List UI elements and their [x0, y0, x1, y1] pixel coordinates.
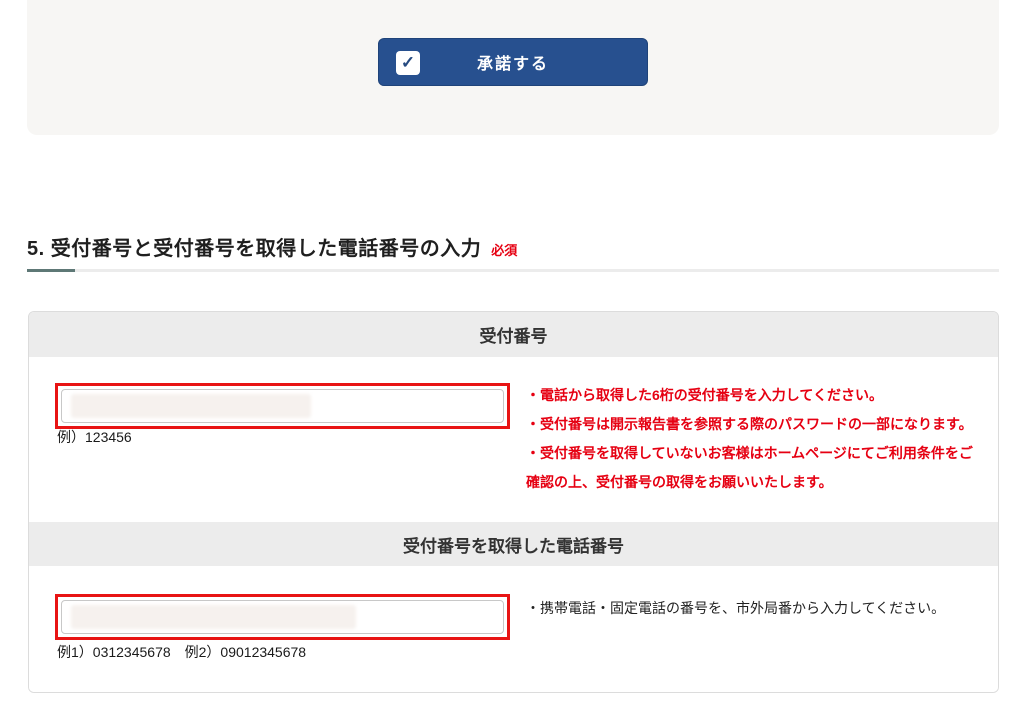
phone-number-row: 例1）0312345678 例2）09012345678 ・携帯電話・固定電話の… [29, 566, 998, 693]
note-line: ・電話から取得した6桁の受付番号を入力してください。 [526, 381, 984, 410]
reception-number-example: 例）123456 [57, 427, 132, 447]
required-badge: 必須 [491, 240, 517, 259]
phone-number-input-highlight [55, 594, 510, 640]
section-divider [27, 269, 999, 272]
reception-form-table: 受付番号 例）123456 ・電話から取得した6桁の受付番号を入力してください。… [28, 311, 999, 693]
reception-number-input[interactable] [61, 389, 504, 423]
reception-number-row: 例）123456 ・電話から取得した6桁の受付番号を入力してください。 ・受付番… [29, 357, 998, 522]
reception-number-input-highlight [55, 383, 510, 429]
accept-button[interactable]: ✓ 承諾する [378, 38, 648, 86]
page: ✓ 承諾する 5. 受付番号と受付番号を取得した電話番号の入力 必須 受付番号 … [0, 0, 1024, 711]
phone-number-note: ・携帯電話・固定電話の番号を、市外局番から入力してください。 [526, 598, 986, 619]
phone-number-header: 受付番号を取得した電話番号 [29, 522, 998, 566]
phone-number-input[interactable] [61, 600, 504, 634]
consent-panel: ✓ 承諾する [27, 0, 999, 135]
reception-number-header: 受付番号 [29, 312, 998, 357]
reception-number-notes: ・電話から取得した6桁の受付番号を入力してください。 ・受付番号は開示報告書を参… [526, 381, 984, 497]
section-heading: 5. 受付番号と受付番号を取得した電話番号の入力 必須 [27, 232, 999, 261]
phone-number-example: 例1）0312345678 例2）09012345678 [57, 642, 306, 662]
note-line: ・受付番号は開示報告書を参照する際のパスワードの一部になります。 [526, 410, 984, 439]
section-divider-accent [27, 269, 75, 272]
note-line: ・受付番号を取得していないお客様はホームページにてご利用条件をご確認の上、受付番… [526, 439, 984, 497]
section-title: 5. 受付番号と受付番号を取得した電話番号の入力 [27, 232, 481, 261]
accept-button-label: 承諾する [379, 39, 647, 85]
